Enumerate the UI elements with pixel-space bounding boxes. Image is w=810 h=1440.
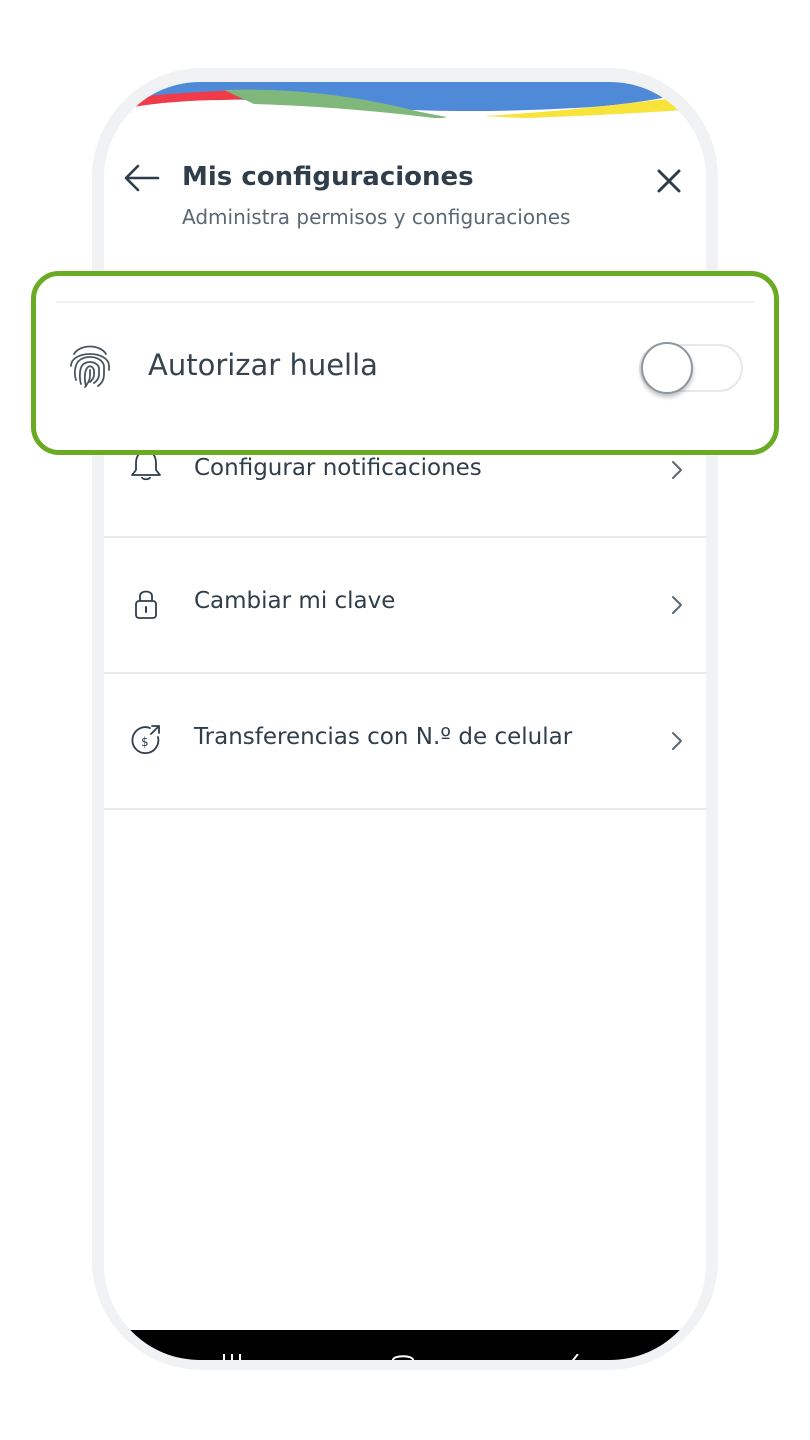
recent-apps-icon[interactable] [220,1354,244,1360]
header-wave-decoration [104,82,706,118]
menu-item-phone-transfers[interactable]: $ Transferencias con N.º de celular [104,674,706,808]
money-transfer-icon: $ [131,725,160,755]
divider [56,301,754,303]
lock-icon [135,590,157,619]
chevron-right-icon [672,596,682,614]
menu-item-label: Configurar notificaciones [194,455,482,481]
page-subtitle: Administra permisos y configuraciones [182,205,571,229]
menu-item-change-password[interactable]: Cambiar mi clave [104,538,706,672]
fingerprint-icon [70,345,110,388]
home-icon[interactable] [390,1354,416,1360]
menu-item-label: Transferencias con N.º de celular [194,724,573,750]
fingerprint-label: Autorizar huella [148,348,378,382]
toggle-knob [641,342,693,394]
close-icon[interactable] [654,166,684,196]
page-title: Mis configuraciones [182,162,474,192]
back-arrow-icon[interactable] [122,162,162,194]
fingerprint-toggle[interactable] [639,342,745,394]
chevron-right-icon [672,461,682,479]
menu-item-label: Cambiar mi clave [194,588,396,614]
fingerprint-setting-card: Autorizar huella [31,271,779,455]
system-back-icon[interactable] [566,1354,582,1360]
divider [104,808,706,810]
system-navigation-bar [104,1330,706,1360]
chevron-right-icon [672,732,682,750]
svg-text:$: $ [141,735,149,749]
